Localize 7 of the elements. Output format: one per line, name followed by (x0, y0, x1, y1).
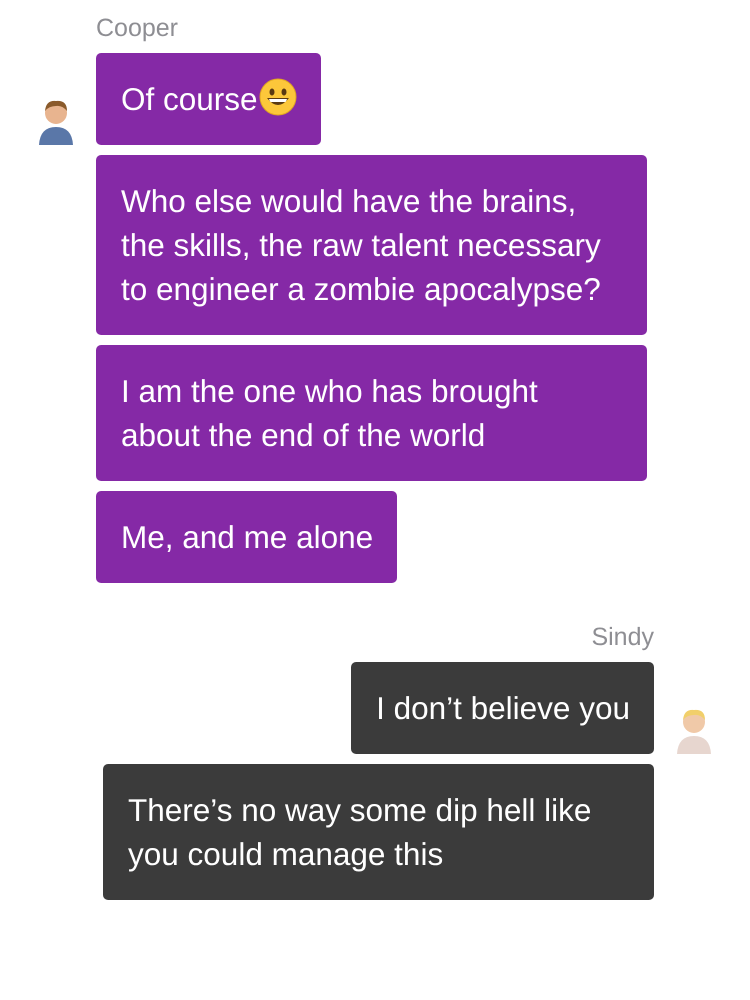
grinning-face-icon (258, 78, 297, 116)
message-bubble: Who else would have the brains, the skills, the raw talent necessary to engineer a zombie apocalypse? (96, 155, 647, 335)
sender-name: Sindy (591, 623, 654, 651)
message-bubble: There’s no way some dip hell like you could manage this (103, 764, 654, 900)
sender-name: Cooper (96, 14, 178, 42)
message-bubble: I am the one who has brought about the end of the world (96, 345, 647, 481)
message-bubble: Me, and me alone (96, 491, 398, 583)
